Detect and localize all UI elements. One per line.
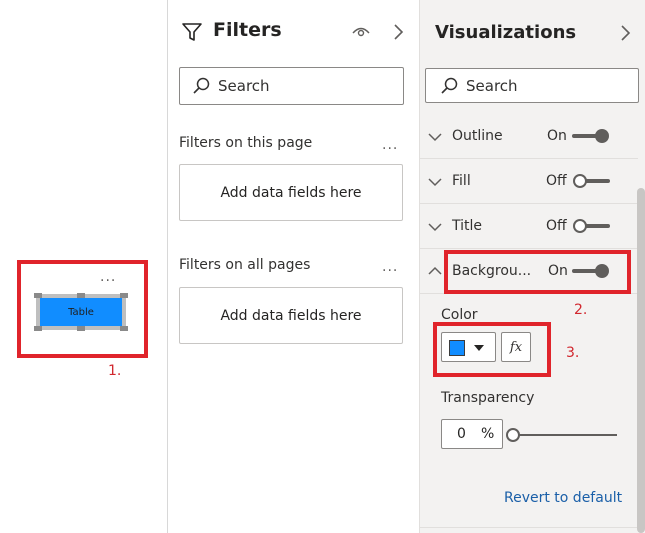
transparency-label: Transparency: [441, 390, 535, 406]
filters-all-drop-zone[interactable]: Add data fields here: [179, 287, 403, 344]
chevron-right-icon[interactable]: [392, 23, 404, 41]
filters-search-input[interactable]: Search: [179, 67, 404, 105]
annotation-label-2: 2.: [574, 302, 588, 318]
divider: [420, 158, 638, 159]
chevron-right-icon[interactable]: [619, 24, 631, 42]
filters-on-all-pages-label: Filters on all pages: [179, 257, 311, 273]
transparency-input[interactable]: 0 %: [441, 419, 503, 449]
filters-on-page-label: Filters on this page: [179, 135, 313, 151]
filters-search-placeholder: Search: [218, 77, 270, 95]
chevron-down-icon[interactable]: [427, 176, 443, 188]
transparency-unit: %: [481, 426, 495, 442]
fill-toggle-state: Off: [546, 173, 567, 189]
viz-search-placeholder: Search: [466, 76, 518, 95]
filters-all-more-icon[interactable]: ...: [382, 259, 398, 275]
outline-toggle[interactable]: [572, 126, 612, 146]
title-toggle-state: Off: [546, 218, 567, 234]
divider: [420, 527, 638, 528]
viz-scrollbar[interactable]: [637, 188, 645, 533]
title-label[interactable]: Title: [452, 218, 482, 234]
annotation-box-2: [444, 250, 631, 294]
eye-icon[interactable]: [352, 24, 370, 38]
search-icon: [193, 77, 210, 94]
revert-to-default-link[interactable]: Revert to default: [504, 490, 622, 506]
annotation-box-3: [433, 322, 551, 377]
search-icon: [441, 77, 458, 94]
table-visual[interactable]: Table: [34, 293, 128, 331]
outline-label[interactable]: Outline: [452, 128, 503, 144]
chevron-down-icon[interactable]: [427, 221, 443, 233]
transparency-value: 0: [457, 426, 466, 442]
color-label: Color: [441, 307, 478, 323]
outline-toggle-state: On: [547, 128, 567, 144]
divider: [420, 248, 638, 249]
filters-page-more-icon[interactable]: ...: [382, 137, 398, 153]
filter-icon: [182, 23, 202, 41]
visual-more-options-icon[interactable]: ...: [100, 269, 116, 285]
viz-search-input[interactable]: Search: [425, 68, 639, 103]
transparency-slider[interactable]: [506, 426, 618, 444]
chevron-up-icon[interactable]: [427, 265, 443, 277]
resize-handle[interactable]: [120, 326, 128, 331]
resize-handle[interactable]: [77, 326, 85, 331]
visualizations-title: Visualizations: [435, 22, 577, 43]
annotation-label-3: 3.: [566, 345, 580, 361]
title-toggle[interactable]: [572, 216, 612, 236]
table-visual-label: Table: [40, 298, 122, 326]
fill-label[interactable]: Fill: [452, 173, 471, 189]
filters-title: Filters: [213, 19, 282, 41]
chevron-down-icon[interactable]: [427, 131, 443, 143]
fill-toggle[interactable]: [572, 171, 612, 191]
slider-thumb[interactable]: [506, 428, 520, 442]
divider: [420, 203, 638, 204]
filters-page-drop-zone[interactable]: Add data fields here: [179, 164, 403, 221]
resize-handle[interactable]: [34, 326, 42, 331]
annotation-label-1: 1.: [108, 363, 122, 379]
